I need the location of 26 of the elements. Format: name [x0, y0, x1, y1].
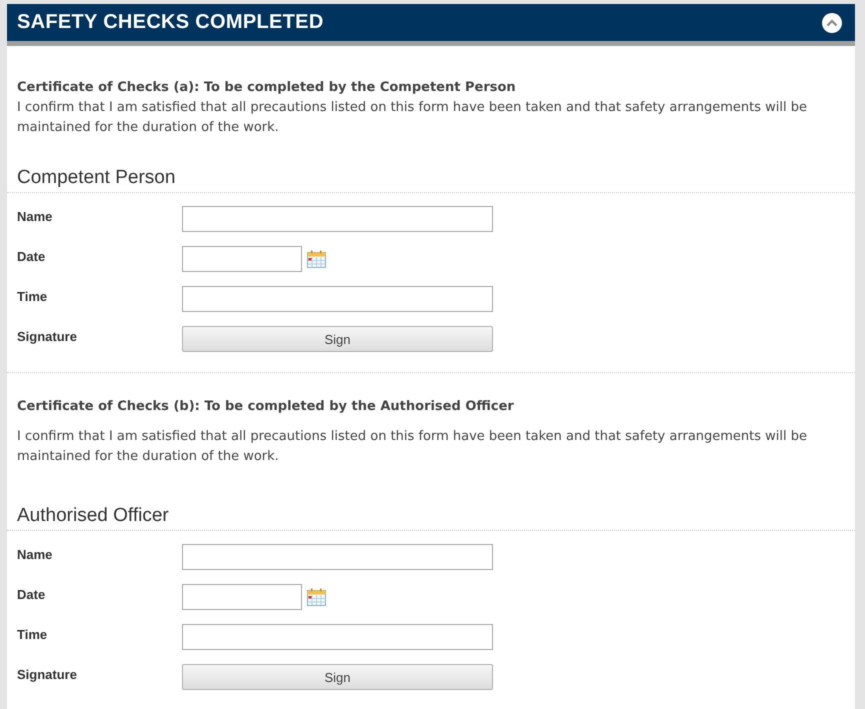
certificate-text: I confirm that I am satisfied that all precautions listed on this form have been taken and that safety arrangements will be maintained for the duration of the work. [17, 99, 808, 137]
input-field[interactable] [182, 544, 493, 570]
collapse-icon[interactable] [822, 12, 842, 32]
certificate-text: I confirm that I am satisfied that all precautions listed on this form have been taken and that safety arrangements will be maintained for the duration of the work. [17, 428, 808, 466]
sign-button[interactable]: Sign [182, 326, 493, 352]
date-field[interactable] [182, 246, 302, 272]
input-field[interactable] [182, 624, 493, 650]
field-label: Name [16, 546, 54, 562]
sign-button[interactable]: Sign [182, 664, 493, 690]
certificate-title: Certificate of Checks (b): To be completed by the Authorised Officer [17, 398, 515, 416]
field-label: Name [16, 208, 54, 224]
calendar-icon[interactable] [307, 588, 326, 606]
field-label: Time [16, 626, 48, 642]
section-heading: Competent Person [7, 167, 855, 193]
field-label: Time [16, 288, 48, 304]
field-label: Signature [16, 666, 78, 682]
field-label: Signature [16, 328, 78, 344]
calendar-icon[interactable] [307, 250, 326, 268]
certificate-title: Certificate of Checks (a): To be completed by the Competent Person [17, 79, 517, 97]
field-label: Date [16, 586, 46, 602]
section-heading: Authorised Officer [7, 505, 855, 531]
date-field[interactable] [182, 584, 302, 610]
panel-title: SAFETY CHECKS COMPLETED [17, 11, 324, 34]
field-label: Date [16, 248, 46, 264]
input-field[interactable] [182, 286, 493, 312]
input-field[interactable] [182, 206, 493, 232]
